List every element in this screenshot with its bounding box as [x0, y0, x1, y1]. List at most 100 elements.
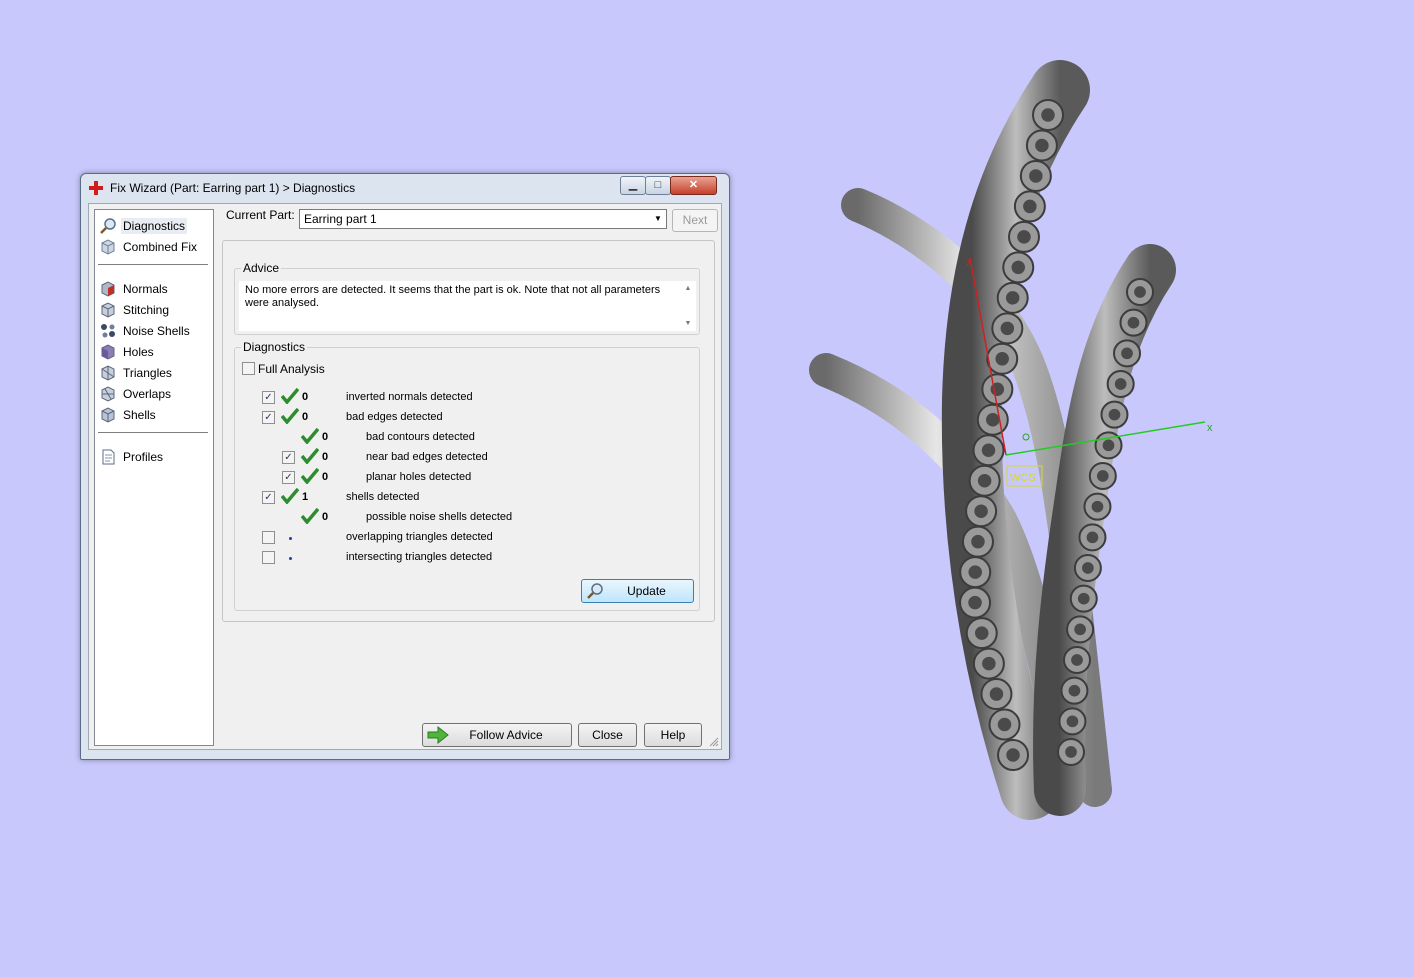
stone-hole	[1006, 748, 1020, 762]
check-icon	[281, 488, 299, 504]
overlaps-cube-icon	[101, 386, 115, 402]
resize-grip-icon[interactable]	[709, 737, 719, 747]
stone-hole	[981, 443, 996, 457]
sidebar-item-label: Overlaps	[123, 387, 172, 401]
stone-hole	[974, 626, 989, 640]
chevron-down-icon: ▼	[654, 214, 662, 223]
x-axis-label: x	[1207, 422, 1213, 434]
sidebar-item-label: Triangles	[123, 366, 172, 380]
title-bar[interactable]: Fix Wizard (Part: Earring part 1) > Diag…	[81, 174, 729, 202]
stone-hole	[1127, 316, 1140, 329]
stone-hole	[1082, 562, 1094, 574]
shells-checkbox[interactable]: ✓	[262, 491, 275, 504]
stone-hole	[997, 717, 1012, 732]
full-analysis-checkbox[interactable]	[242, 362, 255, 375]
sidebar-item-label: Combined Fix	[123, 240, 198, 254]
green-arrow-icon	[427, 726, 449, 744]
advice-textbox[interactable]: No more errors are detected. It seems th…	[239, 281, 696, 331]
stone-hole	[1041, 108, 1055, 122]
sidebar-item-noise-shells[interactable]: Noise Shells	[99, 321, 209, 341]
near-bad-edges-checkbox[interactable]: ✓	[282, 451, 295, 464]
bad-edges-label: bad edges detected	[346, 411, 443, 423]
wcs-label: WCS	[1010, 472, 1036, 484]
follow-advice-label: Follow Advice	[469, 728, 543, 742]
sidebar-item-label: Normals	[123, 282, 168, 296]
magnifier-icon	[100, 218, 116, 234]
update-button[interactable]: Update	[581, 579, 694, 603]
bad-edges-count: 0	[302, 411, 309, 423]
current-part-dropdown[interactable]: Earring part 1 ▼	[299, 209, 667, 229]
stone-hole	[1074, 623, 1086, 636]
overlapping-triangles-checkbox[interactable]	[262, 531, 275, 544]
sidebar-item-overlaps[interactable]: Overlaps	[99, 384, 209, 404]
maximize-button[interactable]: □	[645, 176, 671, 195]
help-button[interactable]: Help	[644, 723, 702, 747]
sidebar-item-profiles[interactable]: Profiles	[99, 447, 209, 467]
diagnostics-title: Diagnostics	[241, 340, 308, 354]
stone-hole	[1005, 291, 1020, 305]
stone-hole	[1017, 230, 1031, 244]
sidebar-item-label: Shells	[123, 408, 156, 422]
check-icon	[281, 388, 299, 404]
close-button[interactable]: Close	[578, 723, 637, 747]
sidebar-item-label: Diagnostics	[121, 218, 188, 234]
close-window-button[interactable]: ✕	[670, 176, 717, 195]
advice-scrollbar[interactable]: ▲ ▼	[680, 281, 696, 331]
update-label: Update	[627, 584, 666, 598]
stone-hole	[968, 565, 982, 579]
stone-hole	[1071, 654, 1083, 666]
near-bad-edges-label: near bad edges detected	[366, 451, 488, 463]
intersecting-triangles-checkbox[interactable]	[262, 551, 275, 564]
stone-hole	[1121, 347, 1133, 360]
check-icon	[301, 508, 319, 524]
sidebar-divider	[98, 264, 208, 265]
intersecting-triangles-label: intersecting triangles detected	[346, 551, 493, 563]
follow-advice-button[interactable]: Follow Advice	[422, 723, 572, 747]
sidebar-item-holes[interactable]: Holes	[99, 342, 209, 362]
document-icon	[102, 449, 115, 465]
near-bad-edges-count: 0	[322, 451, 329, 463]
magnifier-icon	[587, 583, 603, 599]
cube-icon	[101, 239, 115, 255]
advice-group: Advice No more errors are detected. It s…	[234, 261, 700, 335]
stone-hole	[1023, 199, 1037, 214]
inverted-normals-checkbox[interactable]: ✓	[262, 391, 275, 404]
advice-text: No more errors are detected. It seems th…	[245, 284, 661, 309]
sidebar-item-stitching[interactable]: Stitching	[99, 300, 209, 320]
current-part-value: Earring part 1	[304, 212, 377, 226]
window-title: Fix Wizard (Part: Earring part 1) > Diag…	[110, 181, 356, 195]
next-button[interactable]: Next	[672, 209, 718, 232]
stone-hole	[1077, 592, 1090, 605]
scroll-down-icon[interactable]: ▼	[680, 320, 696, 327]
z-axis-label: z	[966, 258, 971, 269]
stone-hole	[1086, 531, 1099, 544]
scroll-up-icon[interactable]: ▲	[680, 285, 696, 292]
minimize-button[interactable]: ▁	[620, 176, 646, 195]
noise-shells-label: possible noise shells detected	[366, 511, 513, 523]
sidebar-item-combined-fix[interactable]: Combined Fix	[99, 237, 209, 257]
sidebar-item-triangles[interactable]: Triangles	[99, 363, 209, 383]
pending-dot-icon	[289, 557, 292, 560]
sidebar-item-normals[interactable]: Normals	[99, 279, 209, 299]
check-icon	[281, 408, 299, 424]
holes-cube-icon	[101, 344, 115, 360]
bad-contours-count: 0	[322, 431, 329, 443]
check-icon	[301, 428, 319, 444]
fix-wizard-window: Fix Wizard (Part: Earring part 1) > Diag…	[80, 173, 730, 760]
window-client-area: Diagnostics Combined Fix Normals Stitchi…	[88, 203, 722, 750]
planar-holes-checkbox[interactable]: ✓	[282, 471, 295, 484]
bad-edges-checkbox[interactable]: ✓	[262, 411, 275, 424]
planar-holes-label: planar holes detected	[366, 471, 472, 483]
sidebar-item-shells[interactable]: Shells	[99, 405, 209, 425]
bad-contours-label: bad contours detected	[366, 431, 475, 443]
normals-cube-icon	[101, 281, 115, 297]
check-icon	[301, 468, 319, 484]
stone-hole	[1035, 138, 1049, 153]
stone-hole	[977, 473, 992, 488]
check-icon	[301, 448, 319, 464]
shells-cube-icon	[101, 407, 115, 423]
sidebar-item-diagnostics[interactable]: Diagnostics	[99, 216, 209, 236]
sidebar-item-label: Profiles	[123, 450, 164, 464]
stone-hole	[1102, 439, 1115, 452]
shells-count: 1	[302, 491, 309, 503]
